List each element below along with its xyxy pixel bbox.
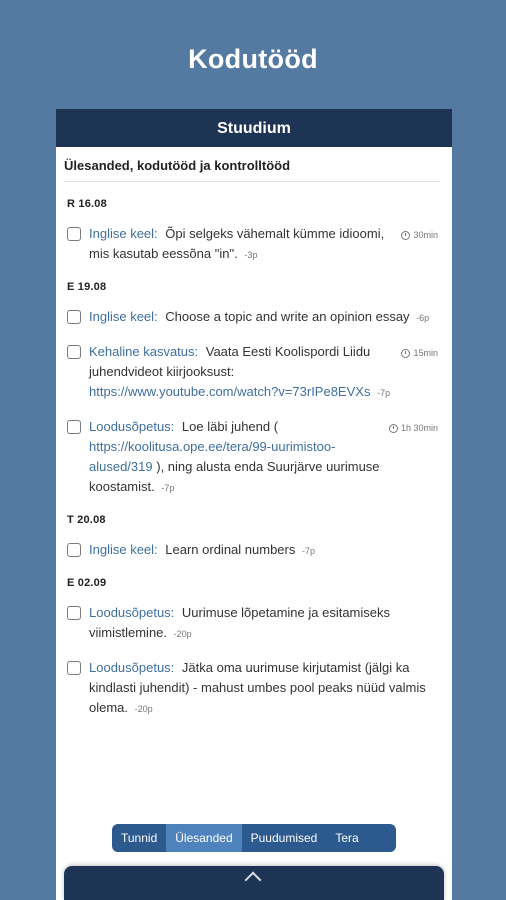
app-screen: Stuudium Ülesanded, kodutööd ja kontroll… [56, 109, 452, 900]
task-checkbox[interactable] [67, 345, 81, 359]
section-title: Ülesanded, kodutööd ja kontrolltööd [64, 158, 440, 182]
task-item: Loodusõpetus: Jätka oma uurimuse kirjuta… [56, 658, 452, 719]
bottom-sheet-handle[interactable] [64, 866, 444, 900]
task-points: -7p [301, 546, 315, 556]
date-group: T 20.08 Inglise keel: Learn ordinal numb… [56, 514, 452, 561]
task-checkbox[interactable] [67, 310, 81, 324]
task-text: Learn ordinal numbers [165, 542, 296, 557]
task-points: -20p [134, 704, 153, 714]
task-text: Loe läbi juhend ( [181, 419, 279, 434]
task-subject-link[interactable]: Loodusõpetus: [89, 660, 174, 675]
tab-tera[interactable]: Tera [326, 824, 367, 852]
date-label: T 20.08 [67, 514, 106, 526]
task-item: 15min Kehaline kasvatus: Vaata Eesti Koo… [56, 342, 452, 403]
task-points: -7p [161, 483, 175, 493]
task-points: -7p [377, 388, 391, 398]
bottom-tab-bar: Tunnid Ülesanded Puudumised Tera [112, 824, 396, 852]
task-item: Loodusõpetus: Uurimuse lõpetamine ja esi… [56, 603, 452, 644]
task-url-link[interactable]: https://www.youtube.com/watch?v=73rIPe8E… [89, 384, 370, 399]
tab-puudumised[interactable]: Puudumised [242, 824, 327, 852]
duration-text: 15min [413, 348, 438, 358]
task-item: Inglise keel: Choose a topic and write a… [56, 307, 452, 328]
date-label: E 02.09 [67, 577, 107, 589]
task-subject-link[interactable]: Inglise keel: [89, 309, 158, 324]
task-points: -6p [416, 313, 430, 323]
task-checkbox[interactable] [67, 420, 81, 434]
tab-ulesanded[interactable]: Ülesanded [166, 824, 242, 852]
duration-text: 1h 30min [400, 423, 438, 433]
task-checkbox[interactable] [67, 661, 81, 675]
duration-badge: 1h 30min [388, 418, 438, 438]
page-title: Kodutööd [188, 44, 318, 74]
task-points: -20p [173, 629, 192, 639]
task-checkbox[interactable] [67, 227, 81, 241]
task-subject-link[interactable]: Inglise keel: [89, 542, 158, 557]
task-points: -3p [244, 250, 258, 260]
task-subject-link[interactable]: Loodusõpetus: [89, 605, 174, 620]
date-group: R 16.08 30min Inglise keel: Õpi selgeks … [56, 198, 452, 265]
chevron-up-icon[interactable] [244, 871, 262, 889]
task-text: Choose a topic and write an opinion essa… [165, 309, 410, 324]
task-item: Inglise keel: Learn ordinal numbers -7p [56, 540, 452, 561]
task-checkbox[interactable] [67, 606, 81, 620]
app-header-title: Stuudium [56, 109, 452, 147]
date-label: E 19.08 [67, 281, 107, 293]
task-subject-link[interactable]: Inglise keel: [89, 226, 158, 241]
task-item: 30min Inglise keel: Õpi selgeks vähemalt… [56, 224, 452, 265]
date-group: E 02.09 Loodusõpetus: Uurimuse lõpetamin… [56, 577, 452, 719]
clock-icon [388, 423, 398, 433]
tab-tunnid[interactable]: Tunnid [112, 824, 166, 852]
date-label: R 16.08 [67, 198, 107, 210]
task-checkbox[interactable] [67, 543, 81, 557]
clock-icon [401, 230, 411, 240]
clock-icon [401, 348, 411, 358]
duration-badge: 15min [401, 343, 438, 363]
duration-badge: 30min [401, 225, 438, 245]
duration-text: 30min [413, 230, 438, 240]
date-group: E 19.08 Inglise keel: Choose a topic and… [56, 281, 452, 498]
task-item: 1h 30min Loodusõpetus: Loe läbi juhend (… [56, 417, 452, 498]
task-subject-link[interactable]: Loodusõpetus: [89, 419, 174, 434]
task-subject-link[interactable]: Kehaline kasvatus: [89, 344, 198, 359]
